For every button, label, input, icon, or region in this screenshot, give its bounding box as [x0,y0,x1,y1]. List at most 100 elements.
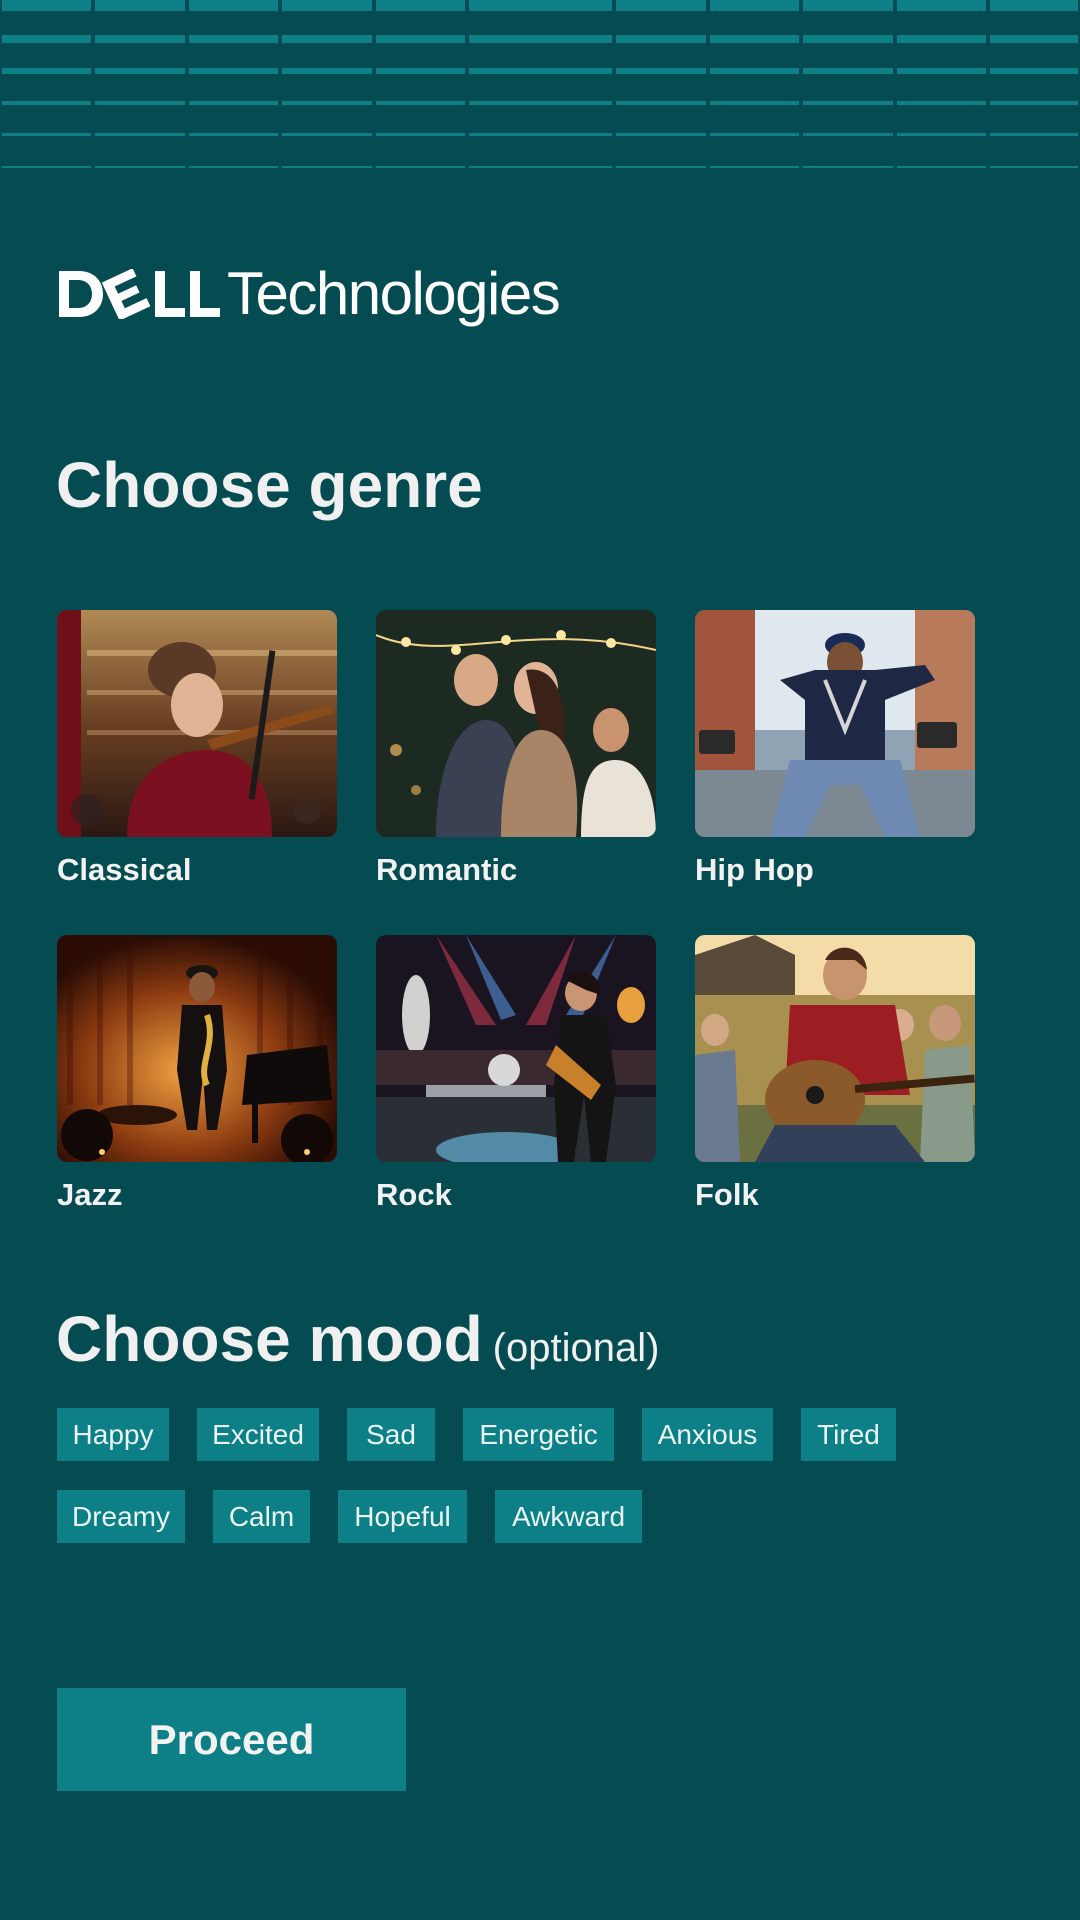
pattern-stripe-segment [803,68,893,74]
genre-label: Jazz [57,1177,123,1212]
pattern-stripe-segment [95,101,185,105]
pattern-stripe-segment [282,133,372,136]
pattern-stripe-segment [616,68,706,74]
pattern-stripe-row [0,0,1080,11]
pattern-stripe-segment [710,0,799,11]
mood-chip-anxious[interactable]: Anxious [642,1408,773,1461]
pattern-stripe-segment [282,101,372,105]
mood-chip-hopeful[interactable]: Hopeful [338,1490,467,1543]
mood-chip-awkward[interactable]: Awkward [495,1490,642,1543]
pattern-stripe-segment [282,0,372,11]
genre-card-rock[interactable]: Rock [376,935,656,1212]
pattern-stripe-segment [189,35,278,43]
genre-card-folk[interactable]: Folk [695,935,975,1212]
genre-label: Rock [376,1177,452,1212]
genre-card-classical[interactable]: Classical [57,610,337,887]
pattern-stripe-segment [803,133,893,136]
pattern-stripe-segment [469,166,612,168]
pattern-stripe-segment [2,101,91,105]
pattern-stripe-segment [189,0,278,11]
pattern-stripe-row [0,166,1080,168]
dancing-couple-photo [376,610,656,837]
pattern-stripe-segment [469,101,612,105]
pattern-stripe-segment [189,101,278,105]
pattern-stripe-segment [990,101,1078,105]
pattern-stripe-segment [803,166,893,168]
pattern-stripe-segment [990,35,1078,43]
pattern-stripe-segment [2,68,91,74]
mood-chip-energetic[interactable]: Energetic [463,1408,614,1461]
mood-title-text: Choose mood [56,1303,483,1375]
saxophonist-photo [57,935,337,1162]
genre-card-hip-hop[interactable]: Hip Hop [695,610,975,887]
mood-chip-tired[interactable]: Tired [801,1408,896,1461]
pattern-stripe-row [0,68,1080,74]
pattern-stripe-segment [803,0,893,11]
pattern-stripe-segment [2,0,91,11]
rock-guitarist-photo [376,935,656,1162]
dell-technologies-logo: Technologies [57,258,561,330]
mood-chip-happy[interactable]: Happy [57,1408,169,1461]
pattern-stripe-segment [376,101,465,105]
genre-label: Hip Hop [695,852,814,887]
decorative-header-pattern [0,0,1080,172]
pattern-stripe-segment [2,166,91,168]
proceed-button[interactable]: Proceed [57,1688,406,1791]
pattern-stripe-segment [710,35,799,43]
genre-label: Classical [57,852,192,887]
genre-card-jazz[interactable]: Jazz [57,935,337,1212]
pattern-stripe-row [0,133,1080,136]
pattern-stripe-segment [282,35,372,43]
pattern-stripe-segment [282,166,372,168]
pattern-stripe-segment [95,0,185,11]
pattern-stripe-segment [376,166,465,168]
pattern-stripe-segment [897,166,986,168]
pattern-stripe-segment [469,133,612,136]
violinist-photo [57,610,337,837]
pattern-stripe-row [0,35,1080,43]
pattern-stripe-segment [803,101,893,105]
genre-card-romantic[interactable]: Romantic [376,610,656,887]
pattern-stripe-segment [189,68,278,74]
mood-section-title: Choose mood (optional) [56,1307,659,1371]
pattern-stripe-segment [710,133,799,136]
pattern-stripe-row [0,101,1080,105]
pattern-stripe-segment [710,101,799,105]
pattern-stripe-segment [710,166,799,168]
pattern-stripe-segment [95,35,185,43]
pattern-stripe-segment [616,35,706,43]
pattern-stripe-segment [469,35,612,43]
mood-optional-note: (optional) [492,1326,660,1370]
genre-label: Folk [695,1177,759,1212]
mood-chip-calm[interactable]: Calm [213,1490,310,1543]
pattern-stripe-segment [376,68,465,74]
pattern-stripe-segment [376,0,465,11]
genre-section-title: Choose genre [56,449,483,521]
pattern-stripe-segment [616,166,706,168]
pattern-stripe-segment [376,133,465,136]
pattern-stripe-segment [897,133,986,136]
mood-chip-excited[interactable]: Excited [197,1408,319,1461]
genre-label: Romantic [376,852,518,887]
pattern-stripe-segment [803,35,893,43]
hip-hop-dancer-photo [695,610,975,837]
pattern-stripe-segment [376,35,465,43]
pattern-stripe-segment [616,101,706,105]
pattern-stripe-segment [897,35,986,43]
pattern-stripe-segment [95,166,185,168]
pattern-stripe-segment [710,68,799,74]
pattern-stripe-segment [282,68,372,74]
pattern-stripe-segment [990,0,1078,11]
mood-chip-dreamy[interactable]: Dreamy [57,1490,185,1543]
pattern-stripe-segment [189,166,278,168]
pattern-stripe-segment [616,133,706,136]
pattern-stripe-segment [616,0,706,11]
pattern-stripe-segment [990,68,1078,74]
pattern-stripe-segment [990,133,1078,136]
pattern-stripe-segment [897,68,986,74]
pattern-stripe-segment [95,68,185,74]
logo-technologies-text: Technologies [227,260,561,327]
pattern-stripe-segment [2,133,91,136]
pattern-stripe-segment [2,35,91,43]
mood-chip-sad[interactable]: Sad [347,1408,435,1461]
